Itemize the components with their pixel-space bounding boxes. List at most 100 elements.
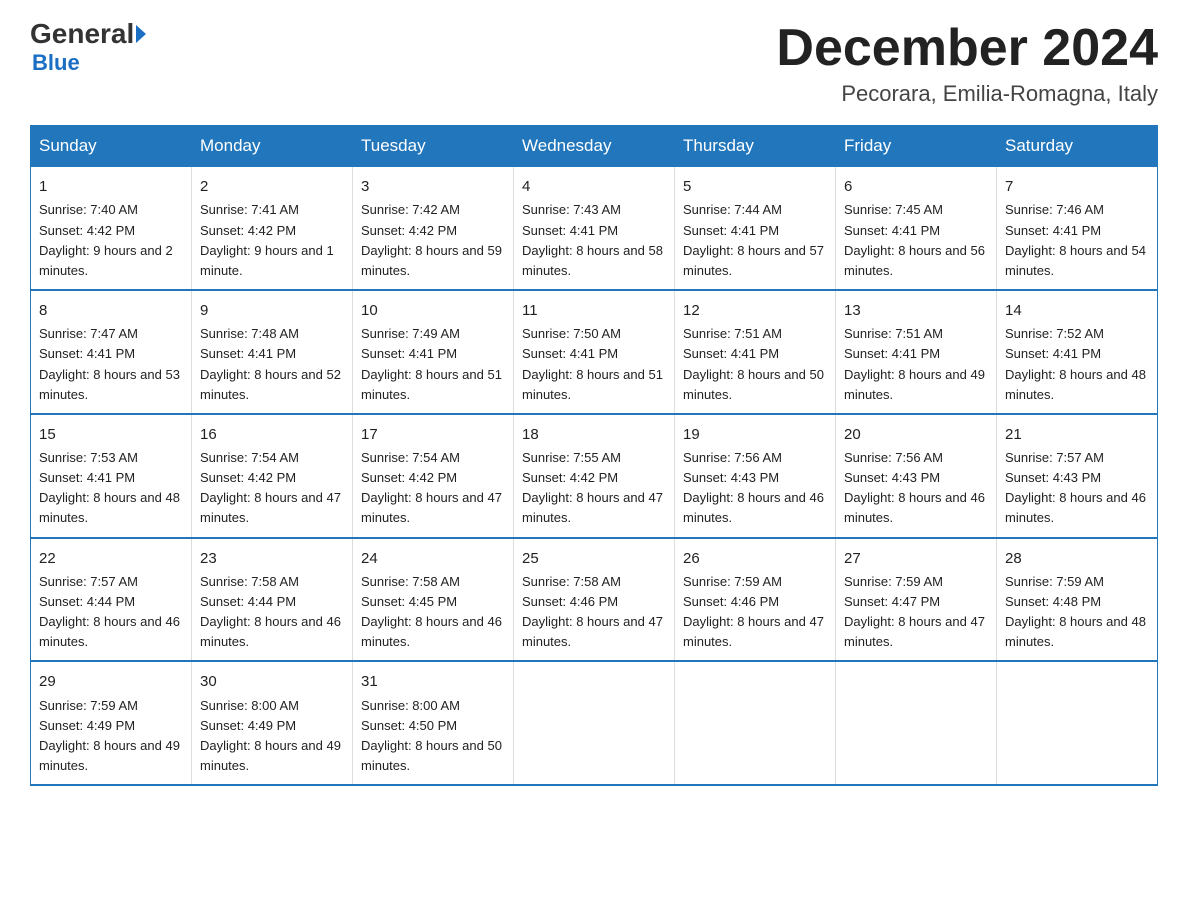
calendar-cell: 4Sunrise: 7:43 AMSunset: 4:41 PMDaylight… <box>514 167 675 290</box>
header: General Blue December 2024 Pecorara, Emi… <box>30 20 1158 107</box>
day-number: 11 <box>522 299 666 322</box>
day-number: 12 <box>683 299 827 322</box>
header-row: Sunday Monday Tuesday Wednesday Thursday… <box>31 126 1158 167</box>
day-info: Sunrise: 7:47 AMSunset: 4:41 PMDaylight:… <box>39 324 183 405</box>
day-number: 15 <box>39 423 183 446</box>
day-info: Sunrise: 7:56 AMSunset: 4:43 PMDaylight:… <box>844 448 988 529</box>
col-wednesday: Wednesday <box>514 126 675 167</box>
calendar-cell <box>675 661 836 785</box>
day-number: 16 <box>200 423 344 446</box>
day-info: Sunrise: 7:41 AMSunset: 4:42 PMDaylight:… <box>200 200 344 281</box>
calendar-cell: 21Sunrise: 7:57 AMSunset: 4:43 PMDayligh… <box>997 414 1158 538</box>
day-info: Sunrise: 7:45 AMSunset: 4:41 PMDaylight:… <box>844 200 988 281</box>
calendar-cell: 6Sunrise: 7:45 AMSunset: 4:41 PMDaylight… <box>836 167 997 290</box>
day-info: Sunrise: 7:56 AMSunset: 4:43 PMDaylight:… <box>683 448 827 529</box>
day-number: 10 <box>361 299 505 322</box>
calendar-cell: 1Sunrise: 7:40 AMSunset: 4:42 PMDaylight… <box>31 167 192 290</box>
day-info: Sunrise: 7:59 AMSunset: 4:46 PMDaylight:… <box>683 572 827 653</box>
calendar-cell: 15Sunrise: 7:53 AMSunset: 4:41 PMDayligh… <box>31 414 192 538</box>
calendar-week-3: 15Sunrise: 7:53 AMSunset: 4:41 PMDayligh… <box>31 414 1158 538</box>
day-info: Sunrise: 7:52 AMSunset: 4:41 PMDaylight:… <box>1005 324 1149 405</box>
day-info: Sunrise: 7:51 AMSunset: 4:41 PMDaylight:… <box>844 324 988 405</box>
calendar-week-5: 29Sunrise: 7:59 AMSunset: 4:49 PMDayligh… <box>31 661 1158 785</box>
day-number: 30 <box>200 670 344 693</box>
day-info: Sunrise: 7:51 AMSunset: 4:41 PMDaylight:… <box>683 324 827 405</box>
calendar-cell: 31Sunrise: 8:00 AMSunset: 4:50 PMDayligh… <box>353 661 514 785</box>
title-area: December 2024 Pecorara, Emilia-Romagna, … <box>776 20 1158 107</box>
day-info: Sunrise: 7:43 AMSunset: 4:41 PMDaylight:… <box>522 200 666 281</box>
day-number: 21 <box>1005 423 1149 446</box>
day-info: Sunrise: 7:54 AMSunset: 4:42 PMDaylight:… <box>200 448 344 529</box>
day-number: 9 <box>200 299 344 322</box>
calendar-cell: 11Sunrise: 7:50 AMSunset: 4:41 PMDayligh… <box>514 290 675 414</box>
day-number: 25 <box>522 547 666 570</box>
day-info: Sunrise: 7:49 AMSunset: 4:41 PMDaylight:… <box>361 324 505 405</box>
day-info: Sunrise: 8:00 AMSunset: 4:49 PMDaylight:… <box>200 696 344 777</box>
day-number: 31 <box>361 670 505 693</box>
calendar-cell: 30 Sunrise: 8:00 AMSunset: 4:49 PMDayligh… <box>192 661 353 785</box>
sub-title: Pecorara, Emilia-Romagna, Italy <box>776 81 1158 107</box>
day-number: 27 <box>844 547 988 570</box>
day-number: 4 <box>522 175 666 198</box>
day-info: Sunrise: 7:59 AMSunset: 4:48 PMDaylight:… <box>1005 572 1149 653</box>
calendar-cell: 26Sunrise: 7:59 AMSunset: 4:46 PMDayligh… <box>675 538 836 662</box>
calendar-cell: 7Sunrise: 7:46 AMSunset: 4:41 PMDaylight… <box>997 167 1158 290</box>
day-number: 19 <box>683 423 827 446</box>
calendar-cell: 29Sunrise: 7:59 AMSunset: 4:49 PMDayligh… <box>31 661 192 785</box>
calendar-cell: 14Sunrise: 7:52 AMSunset: 4:41 PMDayligh… <box>997 290 1158 414</box>
calendar-cell: 3Sunrise: 7:42 AMSunset: 4:42 PMDaylight… <box>353 167 514 290</box>
calendar-cell: 17Sunrise: 7:54 AMSunset: 4:42 PMDayligh… <box>353 414 514 538</box>
calendar-header: Sunday Monday Tuesday Wednesday Thursday… <box>31 126 1158 167</box>
col-thursday: Thursday <box>675 126 836 167</box>
calendar-cell: 24Sunrise: 7:58 AMSunset: 4:45 PMDayligh… <box>353 538 514 662</box>
calendar-week-1: 1Sunrise: 7:40 AMSunset: 4:42 PMDaylight… <box>31 167 1158 290</box>
day-number: 3 <box>361 175 505 198</box>
day-info: Sunrise: 7:46 AMSunset: 4:41 PMDaylight:… <box>1005 200 1149 281</box>
logo-blue-part <box>134 25 147 43</box>
calendar-cell: 13Sunrise: 7:51 AMSunset: 4:41 PMDayligh… <box>836 290 997 414</box>
col-sunday: Sunday <box>31 126 192 167</box>
calendar-cell: 25Sunrise: 7:58 AMSunset: 4:46 PMDayligh… <box>514 538 675 662</box>
day-number: 20 <box>844 423 988 446</box>
main-title: December 2024 <box>776 20 1158 77</box>
calendar-week-2: 8Sunrise: 7:47 AMSunset: 4:41 PMDaylight… <box>31 290 1158 414</box>
col-tuesday: Tuesday <box>353 126 514 167</box>
day-info: Sunrise: 7:42 AMSunset: 4:42 PMDaylight:… <box>361 200 505 281</box>
day-info: Sunrise: 7:58 AMSunset: 4:44 PMDaylight:… <box>200 572 344 653</box>
logo: General Blue <box>30 20 147 76</box>
day-info: Sunrise: 7:40 AMSunset: 4:42 PMDaylight:… <box>39 200 183 281</box>
calendar-cell: 27Sunrise: 7:59 AMSunset: 4:47 PMDayligh… <box>836 538 997 662</box>
calendar-cell: 12Sunrise: 7:51 AMSunset: 4:41 PMDayligh… <box>675 290 836 414</box>
calendar-body: 1Sunrise: 7:40 AMSunset: 4:42 PMDaylight… <box>31 167 1158 786</box>
calendar-cell: 20Sunrise: 7:56 AMSunset: 4:43 PMDayligh… <box>836 414 997 538</box>
logo-general: General <box>30 20 134 48</box>
day-number: 7 <box>1005 175 1149 198</box>
day-number: 22 <box>39 547 183 570</box>
calendar-cell: 8Sunrise: 7:47 AMSunset: 4:41 PMDaylight… <box>31 290 192 414</box>
day-info: Sunrise: 7:59 AMSunset: 4:49 PMDaylight:… <box>39 696 183 777</box>
calendar-cell: 22Sunrise: 7:57 AMSunset: 4:44 PMDayligh… <box>31 538 192 662</box>
day-number: 24 <box>361 547 505 570</box>
calendar-cell: 9Sunrise: 7:48 AMSunset: 4:41 PMDaylight… <box>192 290 353 414</box>
calendar-cell: 18Sunrise: 7:55 AMSunset: 4:42 PMDayligh… <box>514 414 675 538</box>
day-number: 13 <box>844 299 988 322</box>
day-info: Sunrise: 7:58 AMSunset: 4:46 PMDaylight:… <box>522 572 666 653</box>
day-number: 5 <box>683 175 827 198</box>
day-info: Sunrise: 7:48 AMSunset: 4:41 PMDaylight:… <box>200 324 344 405</box>
day-number: 6 <box>844 175 988 198</box>
calendar-cell: 23Sunrise: 7:58 AMSunset: 4:44 PMDayligh… <box>192 538 353 662</box>
day-info: Sunrise: 7:57 AMSunset: 4:44 PMDaylight:… <box>39 572 183 653</box>
calendar-cell: 10Sunrise: 7:49 AMSunset: 4:41 PMDayligh… <box>353 290 514 414</box>
logo-text: General <box>30 20 147 48</box>
day-info: Sunrise: 7:58 AMSunset: 4:45 PMDaylight:… <box>361 572 505 653</box>
day-info: Sunrise: 7:55 AMSunset: 4:42 PMDaylight:… <box>522 448 666 529</box>
col-monday: Monday <box>192 126 353 167</box>
day-info: Sunrise: 7:54 AMSunset: 4:42 PMDaylight:… <box>361 448 505 529</box>
calendar-cell: 16Sunrise: 7:54 AMSunset: 4:42 PMDayligh… <box>192 414 353 538</box>
day-info: Sunrise: 7:57 AMSunset: 4:43 PMDaylight:… <box>1005 448 1149 529</box>
col-friday: Friday <box>836 126 997 167</box>
calendar-cell: 2Sunrise: 7:41 AMSunset: 4:42 PMDaylight… <box>192 167 353 290</box>
col-saturday: Saturday <box>997 126 1158 167</box>
day-number: 14 <box>1005 299 1149 322</box>
logo-blue-subtitle: Blue <box>30 50 80 76</box>
